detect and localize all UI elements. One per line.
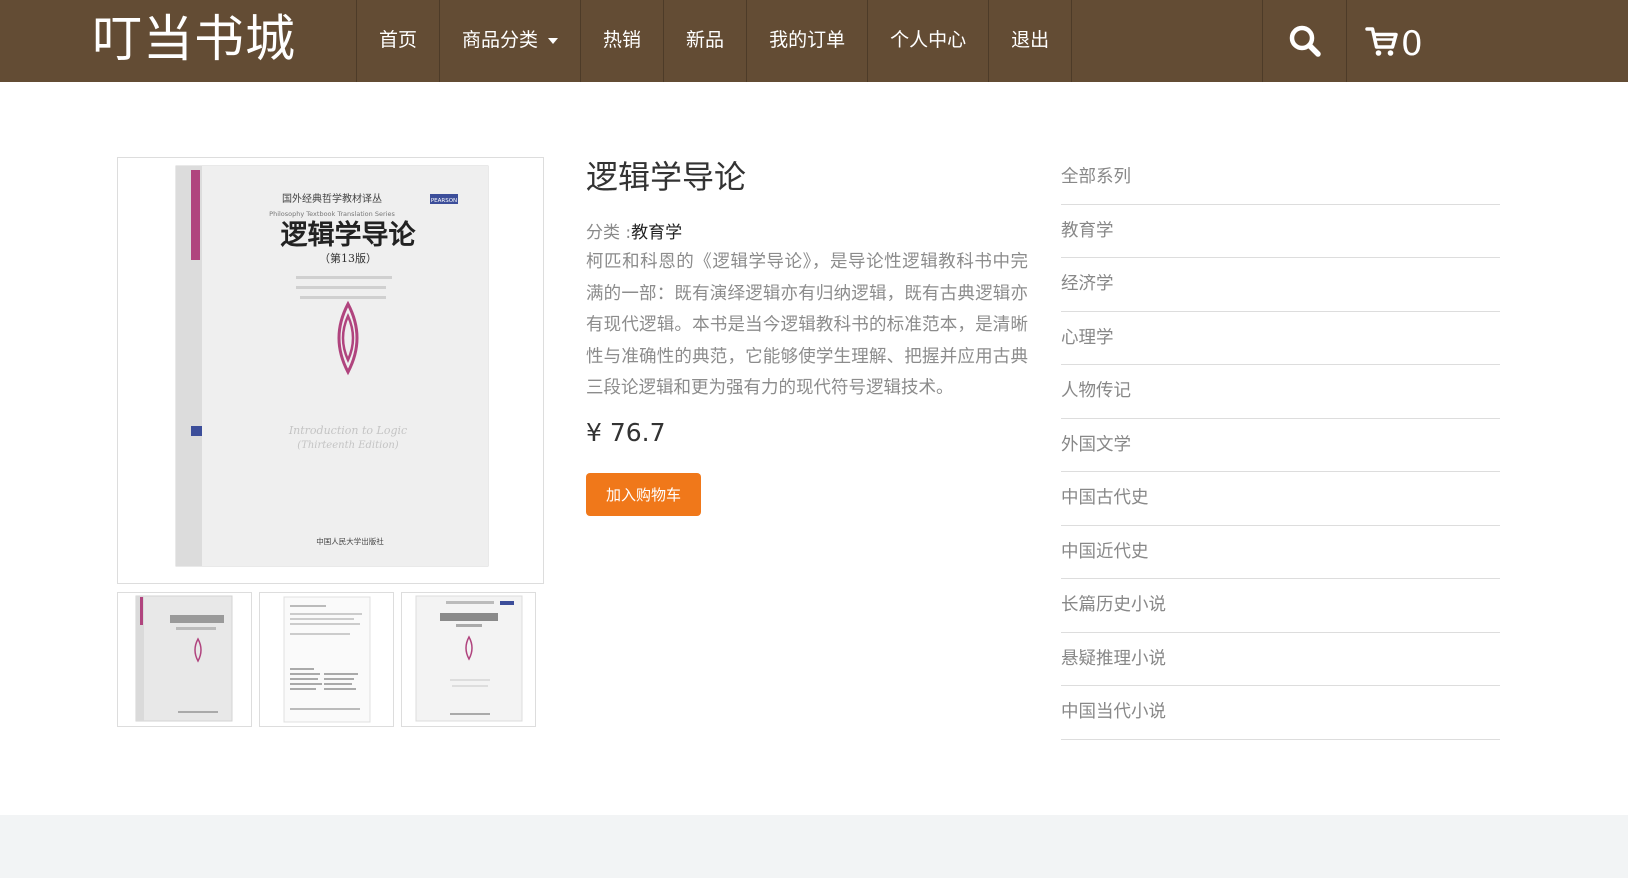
category-item-economics[interactable]: 经济学 <box>1061 258 1500 312</box>
nav-actions: 0 <box>1262 0 1441 82</box>
main-nav: 首页 商品分类 热销 新品 我的订单 个人中心 退出 <box>356 0 1073 82</box>
page-footer <box>0 815 1628 878</box>
thumbnail-2[interactable] <box>259 592 394 727</box>
cover-title: 逻辑学导论 <box>281 219 417 251</box>
search-button[interactable] <box>1262 0 1347 82</box>
thumbnail-1[interactable] <box>117 592 252 727</box>
product-title: 逻辑学导论 <box>586 158 747 196</box>
category-item-all[interactable]: 全部系列 <box>1061 151 1500 205</box>
category-item-historical-novel[interactable]: 长篇历史小说 <box>1061 579 1500 633</box>
cover-edition-en: (Thirteenth Edition) <box>297 440 399 451</box>
nav-home[interactable]: 首页 <box>356 0 439 82</box>
site-logo[interactable]: 叮当书城 <box>92 4 296 74</box>
cart-icon <box>1365 27 1398 56</box>
category-item-biography[interactable]: 人物传记 <box>1061 365 1500 419</box>
book-cover-illustration: 国外经典哲学教材译丛 Philosophy Textbook Translati… <box>175 165 489 567</box>
category-item-psychology[interactable]: 心理学 <box>1061 312 1500 365</box>
category-label: 分类 : <box>586 223 632 243</box>
search-icon <box>1289 25 1321 57</box>
category-value: 教育学 <box>631 223 683 243</box>
nav-categories-label: 商品分类 <box>462 29 539 51</box>
nav-orders[interactable]: 我的订单 <box>746 0 867 82</box>
cover-series-en: Philosophy Textbook Translation Series <box>269 210 395 218</box>
cover-publisher-badge: PEARSON <box>431 198 457 204</box>
nav-logout[interactable]: 退出 <box>988 0 1073 82</box>
product-category: 分类 :教育学 <box>586 218 682 243</box>
cover-publisher: 中国人民大学出版社 <box>316 536 384 546</box>
thumbnail-inner-title <box>415 595 523 722</box>
category-item-ancient-history[interactable]: 中国古代史 <box>1061 472 1500 526</box>
product-price: ¥ 76.7 <box>586 418 666 447</box>
cover-edition: （第13版） <box>319 251 377 265</box>
cover-series: 国外经典哲学教材译丛 <box>282 192 382 205</box>
nav-categories-dropdown[interactable]: 商品分类 <box>439 0 580 82</box>
thumbnail-3[interactable] <box>401 592 536 727</box>
category-item-education[interactable]: 教育学 <box>1061 205 1500 258</box>
cover-title-en: Introduction to Logic <box>288 424 407 437</box>
category-item-modern-history[interactable]: 中国近代史 <box>1061 526 1500 579</box>
category-item-contemporary-novel[interactable]: 中国当代小说 <box>1061 686 1500 740</box>
cart-count: 0 <box>1401 24 1423 64</box>
nav-profile[interactable]: 个人中心 <box>867 0 988 82</box>
product-main-image: 国外经典哲学教材译丛 Philosophy Textbook Translati… <box>117 157 544 584</box>
nav-new[interactable]: 新品 <box>663 0 746 82</box>
product-thumbnails <box>117 592 536 727</box>
category-sidebar: 全部系列 教育学 经济学 心理学 人物传记 外国文学 中国古代史 中国近代史 长… <box>1061 151 1500 740</box>
cart-button[interactable]: 0 <box>1347 0 1441 82</box>
nav-hot[interactable]: 热销 <box>580 0 663 82</box>
category-item-mystery-novel[interactable]: 悬疑推理小说 <box>1061 633 1500 686</box>
thumbnail-cover-front <box>135 595 233 722</box>
caret-down-icon <box>548 37 559 44</box>
product-description: 柯匹和科恩的《逻辑学导论》，是导论性逻辑教科书中完满的一部：既有演绎逻辑亦有归纳… <box>586 252 1028 398</box>
thumbnail-copyright-page <box>283 596 371 723</box>
top-navbar: 叮当书城 首页 商品分类 热销 新品 我的订单 个人中心 退出 0 <box>0 0 1628 82</box>
category-item-foreign-literature[interactable]: 外国文学 <box>1061 419 1500 472</box>
add-to-cart-button[interactable]: 加入购物车 <box>586 473 701 516</box>
